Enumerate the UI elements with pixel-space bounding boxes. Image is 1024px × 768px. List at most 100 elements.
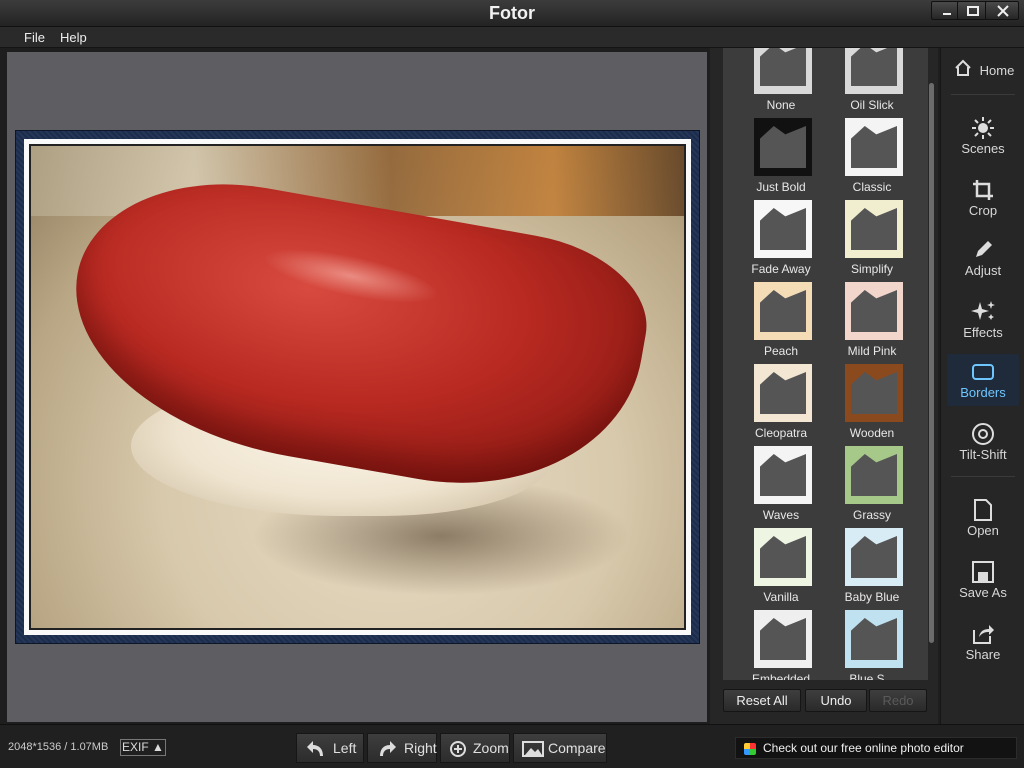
border-thumbnails: None Oil Slick Just Bold Classic Fade Away Si… [723,48,928,680]
border-thumb-label: Mild Pink [847,344,897,358]
rotate-right-label: Right [404,740,437,756]
nav-share[interactable]: Share [947,616,1019,668]
nav-tilt-shift[interactable]: Tilt-Shift [947,416,1019,468]
redo-button[interactable]: Redo [869,689,927,712]
image-info: 2048*1536 / 1.07MB [8,741,109,753]
border-thumb-label: Classic [852,180,892,194]
thumbnail-scrollbar[interactable] [929,78,935,678]
compare-label: Compare [548,740,606,756]
sparkle-icon [971,301,995,320]
fotor-logo-icon [744,743,756,755]
border-icon [972,364,994,380]
nav-home[interactable]: Home [947,52,1019,104]
border-thumb-label: Just Bold [756,180,806,194]
border-thumb-bold[interactable]: Just Bold [736,118,826,200]
border-preview [845,48,903,94]
nav-save-as[interactable]: Save As [947,554,1019,606]
undo-label: Undo [820,693,852,708]
pencil-icon [976,241,992,257]
share-icon [973,625,994,644]
rotate-left-icon [307,741,323,756]
crop-icon [973,180,993,200]
nav-adjust-label: Adjust [964,263,1002,278]
title-bar: Fotor [0,0,1024,27]
rotate-left-button[interactable]: Left [296,733,364,763]
photo-mat [24,139,691,635]
border-thumb-label: Vanilla [763,590,799,604]
save-icon [972,561,994,583]
redo-label: Redo [882,693,914,708]
border-thumb-label: Embedded [751,672,811,680]
menu-help[interactable]: Help [60,30,87,45]
menu-file[interactable]: File [24,30,45,45]
sun-icon [972,117,994,139]
zoom-button[interactable]: Zoom [440,733,510,763]
border-preview [845,446,903,504]
nav-scenes[interactable]: Scenes [947,110,1019,162]
compare-button[interactable]: Compare [513,733,607,763]
border-thumb-babyblue[interactable]: Baby Blue [827,528,917,610]
border-preview [845,610,903,668]
border-thumb-label: Wooden [849,426,895,440]
nav-crop[interactable]: Crop [947,172,1019,224]
close-button[interactable] [985,1,1019,20]
right-nav: Home Scenes Crop Adjust Effects Borders … [940,48,1024,724]
status-bar: 2048*1536 / 1.07MB EXIF ▲ Left Right Zoo… [0,724,1024,768]
nav-effects-label: Effects [963,325,1003,340]
exif-button[interactable]: EXIF ▲ [120,739,166,756]
border-preview [845,528,903,586]
border-thumb-wooden[interactable]: Wooden [827,364,917,446]
border-preview [754,528,812,586]
close-icon [997,5,1009,17]
border-thumb-label: Peach [763,344,799,358]
border-thumb-grassy[interactable]: Grassy [827,446,917,528]
rotate-right-button[interactable]: Right [367,733,437,763]
border-thumb-oil[interactable]: Oil Slick [827,48,917,118]
border-thumb-label: Waves [762,508,800,522]
reset-all-button[interactable]: Reset All [723,689,801,712]
border-thumb-label: Baby Blue [844,590,900,604]
nav-effects[interactable]: Effects [947,294,1019,346]
border-thumb-pink[interactable]: Mild Pink [827,282,917,364]
border-thumb-label: Simplify [850,262,893,276]
border-thumb-label: None [766,98,796,112]
photo-canvas[interactable] [7,52,707,722]
undo-button[interactable]: Undo [805,689,867,712]
app-title: Fotor [489,3,535,23]
maximize-button[interactable] [957,1,987,20]
photo-image [29,144,686,630]
border-preview [754,200,812,258]
promo-text: Check out our free online photo editor [763,741,964,755]
photo-border-frame [15,130,700,644]
border-preview [754,282,812,340]
border-thumb-simplify[interactable]: Simplify [827,200,917,282]
rotate-left-label: Left [333,740,357,756]
tilt-shift-icon [972,423,994,445]
border-thumb-vanilla[interactable]: Vanilla [736,528,826,610]
border-thumb-label: Fade Away [751,262,811,276]
border-thumb-cleopatra[interactable]: Cleopatra [736,364,826,446]
border-thumb-none[interactable]: None [736,48,826,118]
nav-open[interactable]: Open [947,492,1019,544]
border-thumb-label: Blue S... [849,672,895,680]
border-thumb-embedded[interactable]: Embedded [736,610,826,680]
scroll-thumb[interactable] [929,83,934,643]
border-thumb-bluestamp[interactable]: Blue S... [827,610,917,680]
border-thumb-fade[interactable]: Fade Away [736,200,826,282]
border-thumb-label: Oil Slick [850,98,894,112]
menu-bar: File Help [0,27,1024,48]
promo-banner[interactable]: Check out our free online photo editor [735,737,1017,759]
borders-panel: None Oil Slick Just Bold Classic Fade Away Si… [710,48,938,724]
border-thumb-classic[interactable]: Classic [827,118,917,200]
border-thumb-peach[interactable]: Peach [736,282,826,364]
border-preview [845,200,903,258]
nav-borders[interactable]: Borders [947,354,1019,406]
nav-adjust[interactable]: Adjust [947,232,1019,284]
border-preview [754,446,812,504]
border-thumb-label: Cleopatra [754,426,808,440]
border-thumb-waves[interactable]: Waves [736,446,826,528]
border-preview [845,118,903,176]
border-preview [845,282,903,340]
zoom-icon [450,741,466,757]
maximize-icon [967,6,979,16]
